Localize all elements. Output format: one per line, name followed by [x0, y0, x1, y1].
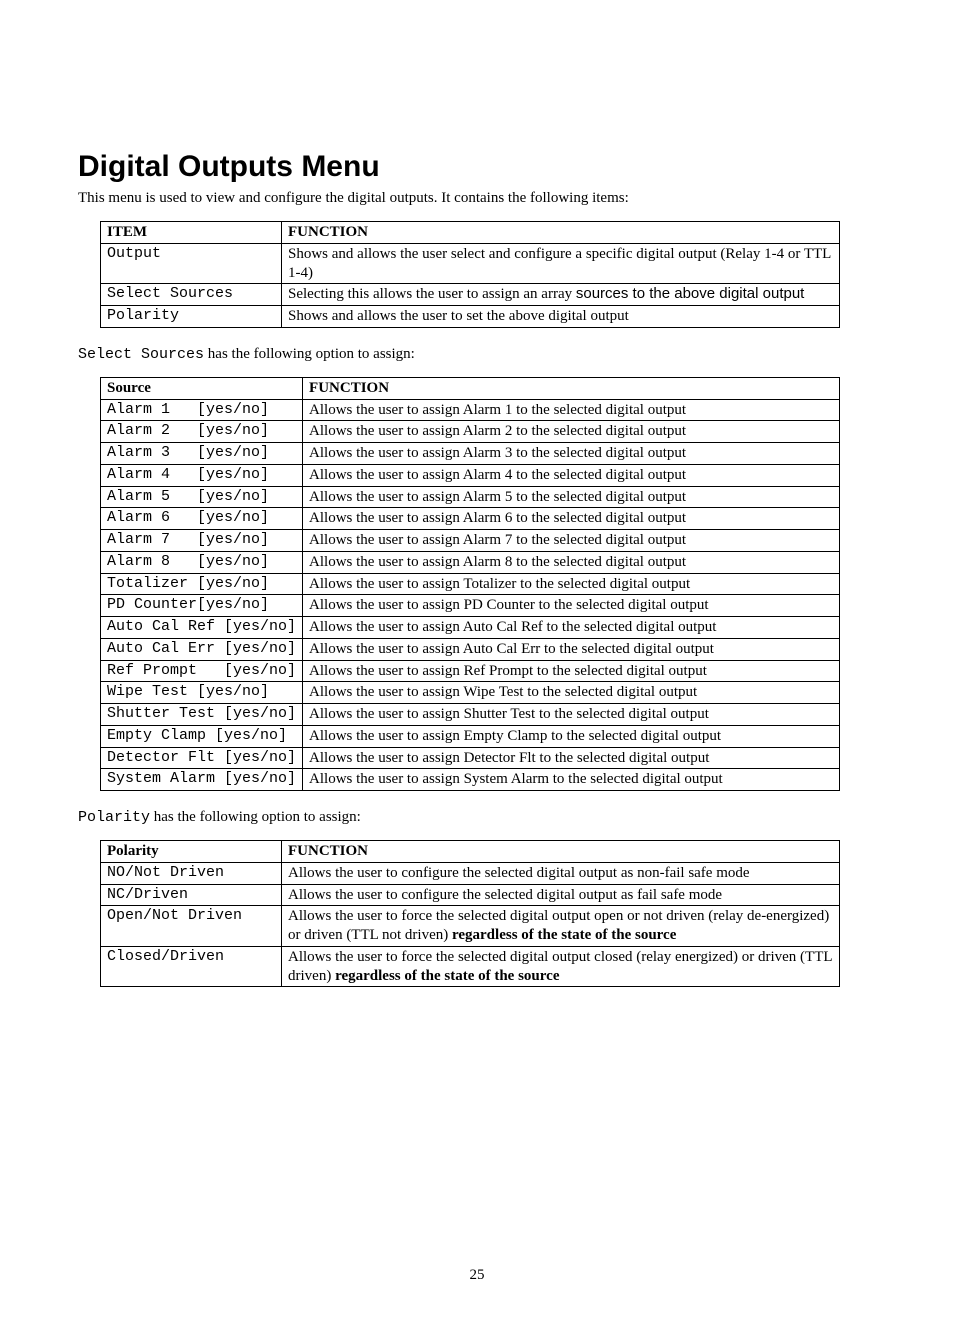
table3-header-function: FUNCTION — [282, 841, 840, 863]
source-cell: Alarm 7 [yes/no] — [101, 530, 303, 552]
function-cell: Allows the user to assign Alarm 1 to the… — [303, 399, 840, 421]
polarity-cell: Open/Not Driven — [101, 906, 282, 947]
table-row: Empty Clamp [yes/no]Allows the user to a… — [101, 725, 840, 747]
table-row: Output Shows and allows the user select … — [101, 243, 840, 284]
function-cell: Allows the user to assign Totalizer to t… — [303, 573, 840, 595]
table-row: Select Sources Selecting this allows the… — [101, 284, 840, 306]
function-cell: Allows the user to assign System Alarm t… — [303, 769, 840, 791]
function-cell: Allows the user to force the selected di… — [282, 906, 840, 947]
page-title: Digital Outputs Menu — [78, 150, 876, 184]
table2-header-function: FUNCTION — [303, 377, 840, 399]
function-cell: Allows the user to assign Alarm 8 to the… — [303, 551, 840, 573]
source-cell: Alarm 2 [yes/no] — [101, 421, 303, 443]
item-cell: Select Sources — [101, 284, 282, 306]
function-cell: Allows the user to assign Alarm 7 to the… — [303, 530, 840, 552]
table-row: Alarm 5 [yes/no]Allows the user to assig… — [101, 486, 840, 508]
table-row: Totalizer [yes/no]Allows the user to ass… — [101, 573, 840, 595]
function-cell: Allows the user to assign Shutter Test t… — [303, 704, 840, 726]
source-cell: Alarm 8 [yes/no] — [101, 551, 303, 573]
function-cell: Allows the user to assign Empty Clamp to… — [303, 725, 840, 747]
table-row: PD Counter[yes/no]Allows the user to ass… — [101, 595, 840, 617]
table1-header-function: FUNCTION — [282, 222, 840, 244]
source-cell: Alarm 3 [yes/no] — [101, 443, 303, 465]
function-cell: Shows and allows the user select and con… — [282, 243, 840, 284]
table-row: NO/Not Driven Allows the user to configu… — [101, 862, 840, 884]
table2-header-source: Source — [101, 377, 303, 399]
select-sources-para: Select Sources has the following option … — [78, 346, 876, 363]
function-cell: Shows and allows the user to set the abo… — [282, 306, 840, 328]
table-row: Alarm 7 [yes/no]Allows the user to assig… — [101, 530, 840, 552]
table-row: Shutter Test [yes/no]Allows the user to … — [101, 704, 840, 726]
table-row: Polarity Shows and allows the user to se… — [101, 306, 840, 328]
source-cell: Shutter Test [yes/no] — [101, 704, 303, 726]
function-cell: Allows the user to assign Alarm 6 to the… — [303, 508, 840, 530]
polarity-para: Polarity has the following option to ass… — [78, 809, 876, 826]
table-row: Alarm 3 [yes/no]Allows the user to assig… — [101, 443, 840, 465]
source-cell: Alarm 4 [yes/no] — [101, 464, 303, 486]
item-cell: Polarity — [101, 306, 282, 328]
function-cell: Allows the user to assign Auto Cal Err t… — [303, 638, 840, 660]
source-cell: Alarm 6 [yes/no] — [101, 508, 303, 530]
polarity-cell: Closed/Driven — [101, 946, 282, 987]
select-sources-label: Select Sources — [78, 346, 204, 363]
page-number: 25 — [78, 1267, 876, 1284]
source-cell: Auto Cal Ref [yes/no] — [101, 617, 303, 639]
sources-table: Source FUNCTION Alarm 1 [yes/no]Allows t… — [100, 377, 840, 791]
function-cell: Allows the user to assign Alarm 3 to the… — [303, 443, 840, 465]
table-row: Alarm 2 [yes/no]Allows the user to assig… — [101, 421, 840, 443]
table-row: Auto Cal Err [yes/no]Allows the user to … — [101, 638, 840, 660]
source-cell: Alarm 5 [yes/no] — [101, 486, 303, 508]
source-cell: Alarm 1 [yes/no] — [101, 399, 303, 421]
table-row: Open/Not Driven Allows the user to force… — [101, 906, 840, 947]
function-cell: Allows the user to assign Wipe Test to t… — [303, 682, 840, 704]
function-cell: Allows the user to assign Ref Prompt to … — [303, 660, 840, 682]
table-row: Alarm 6 [yes/no]Allows the user to assig… — [101, 508, 840, 530]
table-row: Alarm 8 [yes/no]Allows the user to assig… — [101, 551, 840, 573]
source-cell: Empty Clamp [yes/no] — [101, 725, 303, 747]
source-cell: Auto Cal Err [yes/no] — [101, 638, 303, 660]
polarity-label: Polarity — [78, 809, 150, 826]
polarity-table: Polarity FUNCTION NO/Not Driven Allows t… — [100, 840, 840, 987]
function-cell: Allows the user to assign PD Counter to … — [303, 595, 840, 617]
table-row: Alarm 1 [yes/no]Allows the user to assig… — [101, 399, 840, 421]
function-cell: Allows the user to configure the selecte… — [282, 884, 840, 906]
function-cell: Allows the user to configure the selecte… — [282, 862, 840, 884]
polarity-cell: NC/Driven — [101, 884, 282, 906]
source-cell: Ref Prompt [yes/no] — [101, 660, 303, 682]
table-row: Closed/Driven Allows the user to force t… — [101, 946, 840, 987]
table-row: NC/Driven Allows the user to configure t… — [101, 884, 840, 906]
table-row: Ref Prompt [yes/no]Allows the user to as… — [101, 660, 840, 682]
items-table: ITEM FUNCTION Output Shows and allows th… — [100, 221, 840, 328]
source-cell: Detector Flt [yes/no] — [101, 747, 303, 769]
item-cell: Output — [101, 243, 282, 284]
function-cell: Selecting this allows the user to assign… — [282, 284, 840, 306]
source-cell: Totalizer [yes/no] — [101, 573, 303, 595]
function-cell: Allows the user to assign Alarm 5 to the… — [303, 486, 840, 508]
source-cell: PD Counter[yes/no] — [101, 595, 303, 617]
table-row: Detector Flt [yes/no]Allows the user to … — [101, 747, 840, 769]
intro-text: This menu is used to view and configure … — [78, 190, 876, 207]
function-cell: Allows the user to assign Detector Flt t… — [303, 747, 840, 769]
function-cell: Allows the user to force the selected di… — [282, 946, 840, 987]
table-row: Alarm 4 [yes/no]Allows the user to assig… — [101, 464, 840, 486]
polarity-cell: NO/Not Driven — [101, 862, 282, 884]
source-cell: System Alarm [yes/no] — [101, 769, 303, 791]
table3-header-polarity: Polarity — [101, 841, 282, 863]
table-row: Auto Cal Ref [yes/no]Allows the user to … — [101, 617, 840, 639]
table-row: System Alarm [yes/no]Allows the user to … — [101, 769, 840, 791]
source-cell: Wipe Test [yes/no] — [101, 682, 303, 704]
function-cell: Allows the user to assign Alarm 2 to the… — [303, 421, 840, 443]
function-cell: Allows the user to assign Auto Cal Ref t… — [303, 617, 840, 639]
function-cell: Allows the user to assign Alarm 4 to the… — [303, 464, 840, 486]
table1-header-item: ITEM — [101, 222, 282, 244]
table-row: Wipe Test [yes/no]Allows the user to ass… — [101, 682, 840, 704]
